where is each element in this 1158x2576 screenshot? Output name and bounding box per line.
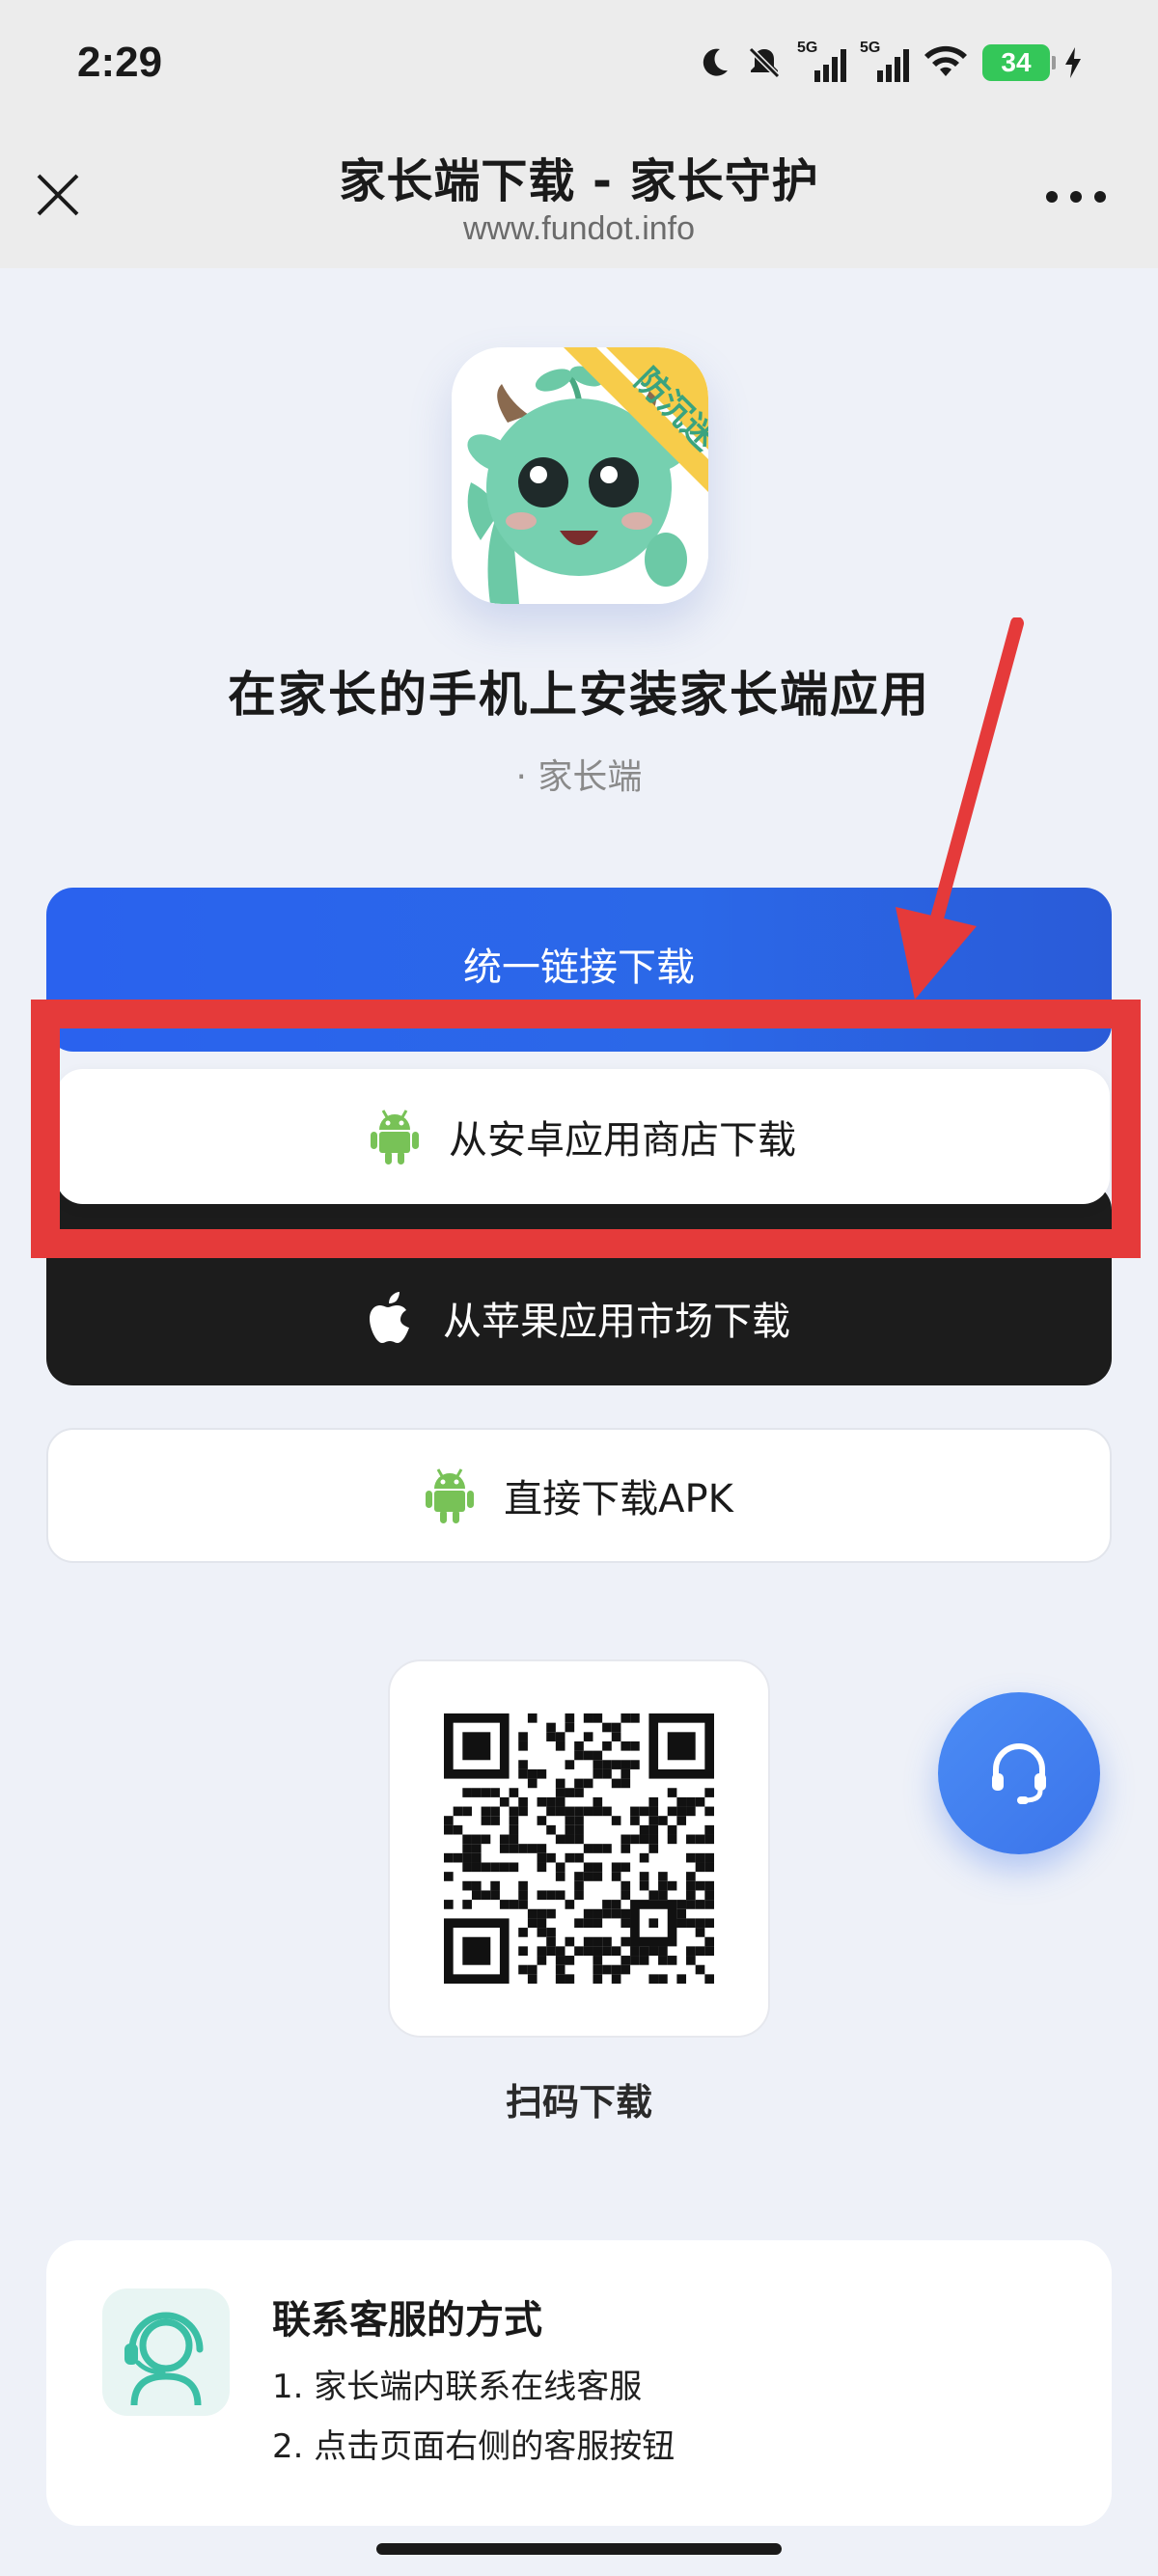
android-store-download-button[interactable]: 从安卓应用商店下载 [56,1069,1110,1204]
apple-store-download-button[interactable]: 从苹果应用市场下载 [46,1183,1112,1385]
unified-download-button[interactable]: 统一链接下载 [46,888,1112,1052]
apple-store-label: 从苹果应用市场下载 [443,1300,790,1344]
android-icon [370,1109,420,1165]
apk-download-label: 直接下载APK [504,1477,733,1521]
wifi-icon [924,45,967,76]
headset-icon [992,1743,1046,1804]
contact-method-2: 2. 点击页面右侧的客服按钮 [272,2427,676,2466]
charging-icon [1065,47,1081,78]
app-logo: 防沉迷 [452,347,708,604]
android-store-label: 从安卓应用商店下载 [449,1118,796,1163]
contact-title: 联系客服的方式 [272,2298,542,2343]
app-title: 在家长的手机上安装家长端应用 [228,667,930,723]
app-subtitle: · 家长端 [515,757,643,797]
customer-service-float-button[interactable] [938,1692,1100,1854]
android-icon [425,1467,475,1523]
more-dot-icon [1070,191,1082,203]
more-dot-icon [1046,191,1058,203]
home-indicator[interactable] [376,2543,782,2555]
page-url: www.fundot.info [462,210,696,247]
page-title: 家长端下载 - 家长守护 [339,154,819,208]
support-agent-icon [102,2288,230,2416]
more-dot-icon [1094,191,1106,203]
mute-icon [748,46,781,79]
qr-code-label: 扫码下载 [505,2081,652,2124]
network-label-1: 5G [797,40,818,56]
unified-download-label: 统一链接下载 [463,945,695,990]
network-label-2: 5G [860,40,881,56]
contact-info-card: 联系客服的方式 1. 家长端内联系在线客服 2. 点击页面右侧的客服按钮 [46,2240,1112,2526]
direct-apk-download-button[interactable]: 直接下载APK [46,1428,1112,1563]
signal-icon-2: 5G [860,40,909,82]
top-bar: 2:29 5G 5G 34 家长端下载 - 家长守护 www.fundot.in… [0,0,1158,268]
apple-icon [368,1291,414,1345]
battery-indicator: 34 [982,44,1056,81]
qr-code-icon [444,1713,714,1984]
moon-icon [703,48,728,76]
contact-method-1: 1. 家长端内联系在线客服 [272,2368,643,2406]
status-icons: 5G 5G 34 [697,40,1083,85]
more-options-button[interactable] [1046,185,1106,208]
status-time: 2:29 [77,39,163,86]
qr-code-card[interactable] [388,1659,770,2038]
mascot-icon: 防沉迷 [452,347,708,604]
signal-icon-1: 5G [797,40,846,82]
